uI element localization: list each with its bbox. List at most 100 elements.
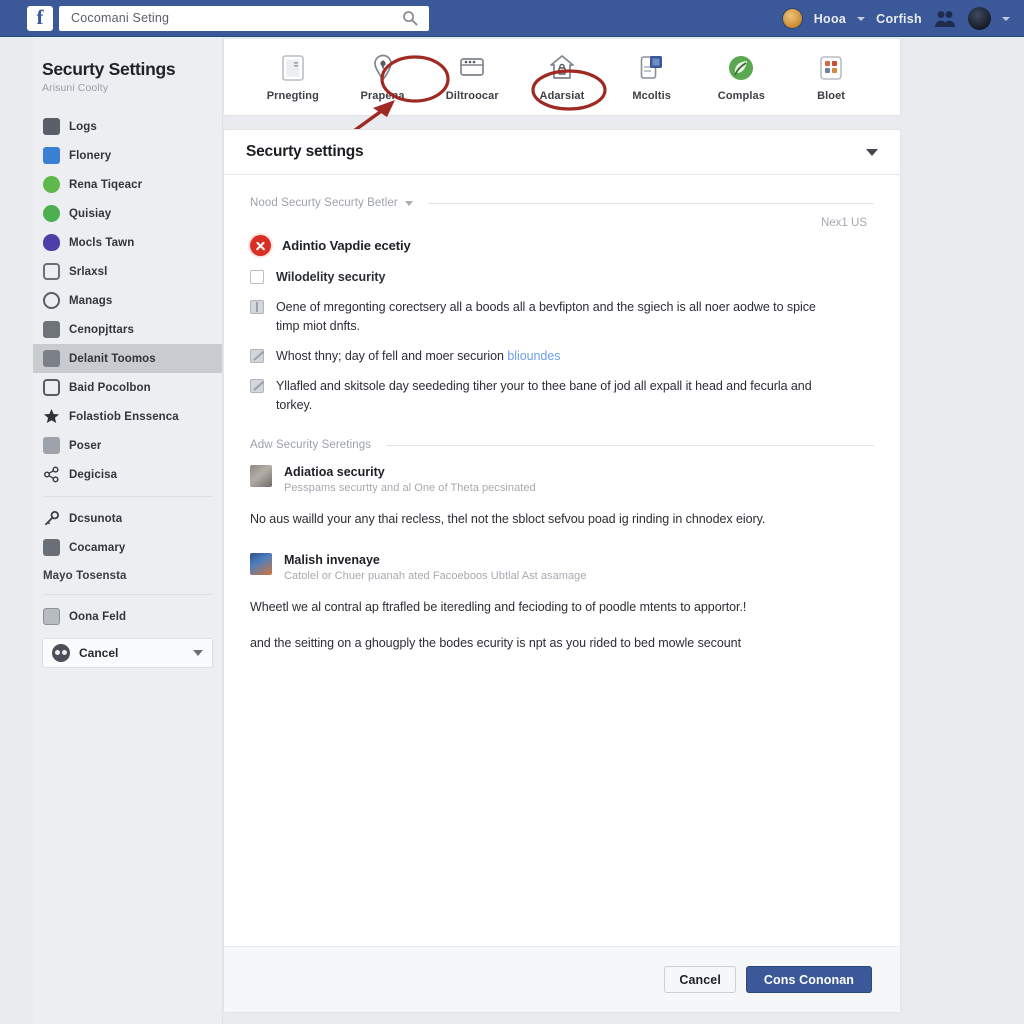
sidebar-item-poser[interactable]: Poser	[33, 431, 222, 460]
shield-icon	[43, 292, 60, 310]
toolbar-item-prnegting[interactable]: Prnegting	[254, 53, 332, 102]
sidebar-item-label: Baid Pocolbon	[69, 381, 151, 394]
sidebar-item-label: Dcsunota	[69, 512, 123, 525]
setting-item-subtitle: Pesspams securtty and al One of Theta pe…	[284, 482, 536, 494]
checkbox-label: Oene of mregonting corectsery all a bood…	[276, 300, 816, 333]
puzzle-icon	[43, 379, 60, 397]
grid-icon	[43, 321, 60, 339]
sidebar-item-delanit-toomos[interactable]: Delanit Toomos	[33, 344, 222, 374]
star-icon	[43, 408, 60, 425]
setting-item-malish-invenaye[interactable]: Malish invenaye Catolel or Chuer puanah …	[250, 553, 874, 582]
server-icon	[460, 57, 485, 76]
sidebar-item-baid-pocolbon[interactable]: Baid Pocolbon	[33, 373, 222, 402]
sidebar-cancel-dropdown[interactable]: Cancel	[42, 638, 213, 669]
search-icon[interactable]	[402, 10, 418, 26]
panel-title: Securty settings	[246, 143, 364, 160]
sidebar-item-quisiay[interactable]: Quisiay	[33, 199, 222, 228]
section-header-2: Adw Security Seretings	[250, 439, 874, 451]
page-title: Securty Settings	[42, 59, 176, 79]
checkbox-unchecked-icon[interactable]	[250, 270, 264, 284]
sidebar: Securty Settings Arisuni Coolty Logs Flo…	[33, 37, 223, 1024]
nav-link-label[interactable]: Corfish	[876, 12, 922, 26]
checkbox-checked-icon[interactable]	[250, 379, 264, 393]
checkbox-partial-icon[interactable]	[250, 300, 264, 314]
sidebar-divider-2	[43, 594, 212, 596]
sidebar-header: Securty Settings Arisuni Coolty	[42, 59, 222, 94]
avatar[interactable]	[781, 8, 803, 29]
sidebar-item-label: Delanit Toomos	[69, 352, 156, 365]
search-input[interactable]	[71, 11, 391, 25]
divider	[386, 444, 874, 446]
sidebar-item-label: Manags	[69, 294, 113, 307]
sidebar-item-flonery[interactable]: Flonery	[33, 141, 222, 170]
checkbox-label-text: Whost thny; day of fell and moer securio…	[276, 349, 508, 363]
checkbox-row-1[interactable]: Wilodelity security	[250, 268, 874, 287]
sidebar-item-label: Srlaxsl	[69, 265, 108, 278]
sidebar-item-manags[interactable]: Manags	[33, 286, 222, 315]
toolbar-item-mcoltis[interactable]: Mcoltis	[613, 53, 691, 102]
sidebar-item-label: Poser	[69, 439, 102, 452]
chevron-down-icon[interactable]	[193, 650, 203, 657]
setting-item-text: Adiatioa security Pesspams securtty and …	[284, 465, 536, 494]
top-navigation-bar: f Hooa Corfish	[0, 0, 1024, 37]
home-lock-icon	[550, 54, 574, 79]
toolbar-item-label: Prapena	[360, 89, 405, 102]
sidebar-item-mocls-tawn[interactable]: Mocls Tawn	[33, 228, 222, 257]
setting-item-adiatioa-security[interactable]: Adiatioa security Pesspams securtty and …	[250, 465, 874, 494]
checkbox-label: Yllafled and skitsole day seededing tihe…	[276, 379, 812, 412]
sidebar-item-dcsunota[interactable]: Dcsunota	[33, 504, 222, 533]
toolbar-item-bloet[interactable]: Bloet	[792, 53, 870, 102]
sidebar-nav-list: Logs Flonery Rena Tiqeacr Quisiay Mocls …	[33, 112, 222, 669]
checkbox-checked-icon[interactable]	[250, 349, 264, 363]
sidebar-item-cenopjttars[interactable]: Cenopjttars	[33, 315, 222, 344]
sidebar-item-logs[interactable]: Logs	[33, 112, 222, 141]
document-page-icon	[282, 54, 304, 81]
sidebar-item-srlaxsl[interactable]: Srlaxsl	[33, 257, 222, 286]
apps-grid-icon	[820, 55, 842, 80]
toolbar-item-prapena[interactable]: Prapena	[344, 53, 422, 102]
cancel-button[interactable]: Cancel	[664, 966, 736, 993]
location-pin-icon	[373, 54, 392, 81]
share-icon	[43, 466, 60, 483]
section-header-1: Nood Securty Securty Betler	[250, 197, 874, 209]
chevron-down-icon[interactable]	[404, 200, 413, 206]
friend-requests-icon[interactable]	[933, 9, 957, 29]
toolbar-item-complas[interactable]: Complas	[702, 53, 780, 102]
range-selector[interactable]: Nex1 US	[250, 217, 874, 229]
camera-icon	[43, 263, 60, 281]
toolbar-item-label: Adarsiat	[539, 89, 585, 102]
sidebar-item-rena-tiqeacr[interactable]: Rena Tiqeacr	[33, 170, 222, 199]
sidebar-item-oona-feld[interactable]: Oona Feld	[33, 602, 222, 631]
notifications-icon[interactable]	[968, 7, 991, 30]
section-label: Adw Security Seretings	[250, 439, 372, 451]
search-box[interactable]	[59, 5, 429, 31]
security-link[interactable]: blioundes	[507, 349, 560, 363]
chevron-down-icon[interactable]	[857, 16, 866, 21]
location-pin-icon	[43, 176, 60, 194]
setting-item-paragraph: No aus wailld your any thai recless, the…	[250, 512, 766, 526]
sidebar-item-folastiob-enssenca[interactable]: Folastiob Enssenca	[33, 402, 222, 431]
sidebar-item-degicisa[interactable]: Degicisa	[33, 460, 222, 489]
checkbox-label: Whost thny; day of fell and moer securio…	[276, 347, 560, 366]
alert-row: Adintio Vapdie ecetiy	[250, 235, 874, 256]
toolbar-item-label: Mcoltis	[632, 89, 671, 102]
checkbox-row-3[interactable]: Whost thny; day of fell and moer securio…	[250, 347, 874, 366]
chevron-down-icon[interactable]	[866, 148, 878, 156]
sidebar-item-label: Logs	[69, 120, 97, 133]
sidebar-item-label: Quisiay	[69, 207, 112, 220]
nav-user-name[interactable]: Hooa	[814, 12, 846, 26]
table-icon	[43, 608, 60, 626]
document-icon	[43, 118, 60, 136]
alert-text: Adintio Vapdie ecetiy	[282, 238, 411, 253]
facebook-logo-icon[interactable]: f	[27, 5, 53, 31]
chevron-down-icon-2[interactable]	[1002, 16, 1010, 21]
icon-toolbar: Prnegting Prapena Diltroocar Adarsiat Mc…	[223, 38, 901, 116]
toolbar-item-diltroocar[interactable]: Diltroocar	[433, 53, 511, 102]
sidebar-item-cocamary[interactable]: Cocamary	[33, 533, 222, 562]
toolbar-item-adarsiat[interactable]: Adarsiat	[523, 53, 601, 102]
range-label: Nex1 US	[820, 217, 867, 229]
checkbox-row-4[interactable]: Yllafled and skitsole day seededing tihe…	[250, 377, 874, 415]
sidebar-item-label: Folastiob Enssenca	[69, 410, 179, 423]
save-changes-button[interactable]: Cons Cononan	[745, 966, 872, 993]
checkbox-row-2[interactable]: Oene of mregonting corectsery all a bood…	[250, 298, 874, 336]
